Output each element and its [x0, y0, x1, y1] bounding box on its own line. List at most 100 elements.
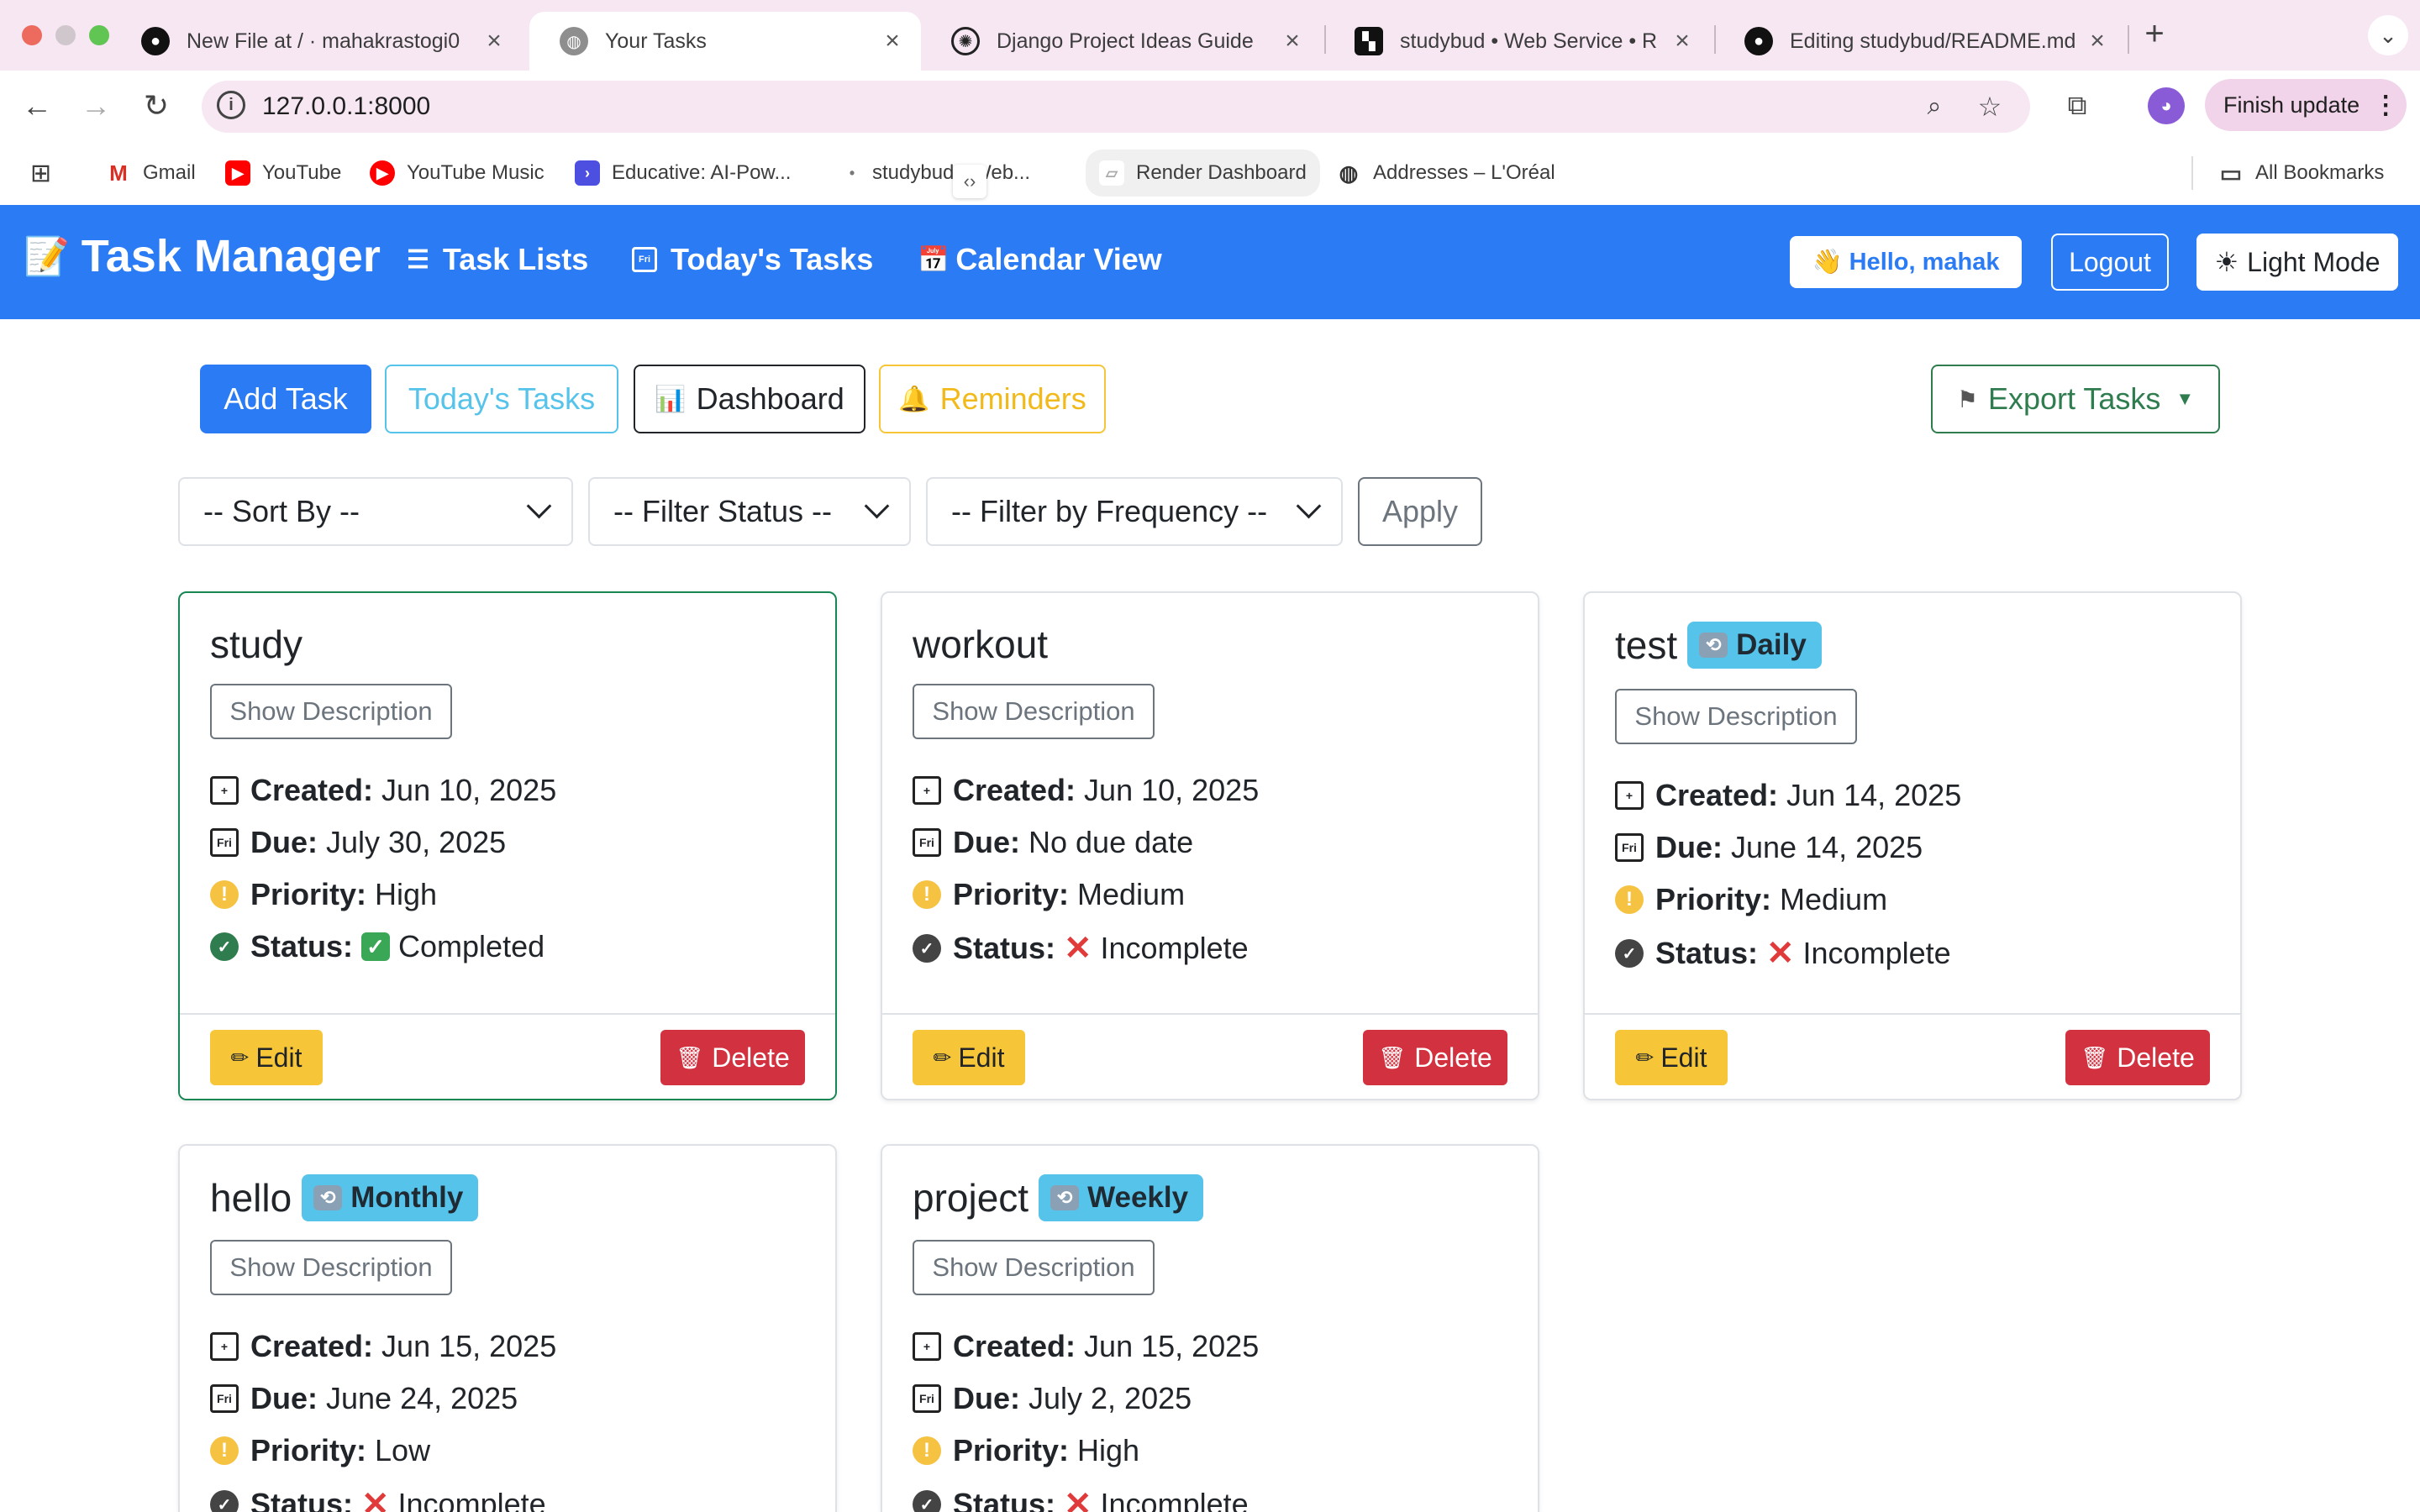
todays-tasks-button[interactable]: Today's Tasks [385, 365, 618, 433]
add-task-button[interactable]: Add Task [200, 365, 371, 433]
close-tab-icon[interactable]: × [477, 27, 511, 55]
close-tab-icon[interactable]: × [1665, 27, 1699, 55]
browser-tab[interactable]: ✺ Django Project Ideas Guide × [921, 12, 1321, 71]
browser-tab[interactable]: ● Editing studybud/README.md × [1714, 12, 2126, 71]
apply-filters-button[interactable]: Apply [1358, 477, 1482, 546]
logout-button[interactable]: Logout [2051, 234, 2169, 291]
due-value: July 30, 2025 [326, 825, 507, 859]
task-due: Fri Due: July 30, 2025 [210, 825, 506, 860]
nav-task-lists[interactable]: ☰ Task Lists [407, 242, 588, 277]
forward-arrow-icon[interactable]: → [77, 87, 114, 124]
task-title: hello ⟲ Monthly [210, 1174, 479, 1221]
hello-user-button[interactable]: 👋 Hello, mahak [1790, 236, 2022, 288]
light-mode-button[interactable]: ☀ Light Mode [2196, 234, 2398, 291]
edit-button[interactable]: ✏ Edit [210, 1030, 323, 1085]
created-label: Created: [953, 1329, 1076, 1363]
bookmark-educative[interactable]: › Educative: AI-Pow... [575, 156, 791, 190]
status-label: Status: [953, 931, 1056, 965]
delete-button[interactable]: 🗑 Delete [1363, 1030, 1507, 1085]
browser-tab-active[interactable]: ◍ Your Tasks × [529, 12, 921, 71]
frequency-badge: ⟲ Daily [1687, 622, 1822, 669]
show-description-button[interactable]: Show Description [913, 684, 1155, 739]
all-bookmarks[interactable]: ▭ All Bookmarks [2218, 156, 2385, 190]
bookmark-studybud[interactable]: • studybud • Web... [844, 156, 1030, 190]
export-tasks-dropdown[interactable]: ⚑ Export Tasks ▼ [1931, 365, 2220, 433]
browser-tab[interactable]: ● New File at / · mahakrastogi0 × [111, 12, 523, 71]
status-value: Incomplete [1100, 1487, 1249, 1512]
github-icon: ● [141, 27, 170, 55]
browser-toolbar: ← → ↻ i 127.0.0.1:8000 ⌕ ☆ ⧉ ◕ Finish up… [0, 71, 2420, 141]
task-due: Fri Due: June 14, 2025 [1615, 830, 1923, 865]
edit-button[interactable]: ✏ Edit [1615, 1030, 1728, 1085]
created-value: Jun 10, 2025 [1084, 773, 1260, 807]
app-navbar: 📝 Task Manager ☰ Task Lists Fri Today's … [0, 205, 2420, 319]
task-created: + Created: Jun 10, 2025 [210, 773, 556, 808]
status-value: Completed [398, 929, 545, 963]
show-description-button[interactable]: Show Description [1615, 689, 1857, 744]
browser-tab-strip: ● New File at / · mahakrastogi0 × ◍ Your… [0, 0, 2420, 71]
created-value: Jun 15, 2025 [1084, 1329, 1260, 1363]
close-tab-icon[interactable]: × [876, 27, 909, 55]
tab-search-chevron-icon[interactable]: ⌄ [2368, 15, 2408, 55]
address-bar[interactable]: i 127.0.0.1:8000 ⌕ ☆ [202, 81, 2030, 133]
calendar-plus-icon: + [913, 1332, 941, 1361]
chevron-down-icon [1296, 493, 1322, 519]
bookmark-render-dashboard[interactable]: ▱ Render Dashboard [1086, 150, 1320, 197]
task-title-text: study [210, 622, 302, 666]
task-card: study Show Description + Created: Jun 10… [178, 591, 837, 1100]
back-arrow-icon[interactable]: ← [18, 87, 55, 124]
filter-status-select[interactable]: -- Filter Status -- [588, 477, 911, 546]
more-menu-icon[interactable]: ⋮ [2373, 91, 2398, 120]
bookmark-gmail[interactable]: M Gmail [106, 156, 196, 190]
delete-button[interactable]: 🗑 Delete [660, 1030, 805, 1085]
profile-avatar[interactable]: ◕ [2148, 87, 2185, 124]
bookmark-youtube[interactable]: ▶ YouTube [225, 156, 341, 190]
new-tab-icon[interactable]: + [2136, 15, 2173, 52]
task-priority: ! Priority: High [210, 877, 437, 912]
exclamation-circle-icon: ! [210, 880, 239, 909]
light-mode-label: Light Mode [2247, 246, 2381, 277]
priority-label: Priority: [953, 1433, 1070, 1467]
bookmark-label: studybud • Web... [872, 161, 1031, 184]
apps-grid-icon[interactable]: ⊞ [30, 156, 51, 190]
show-description-button[interactable]: Show Description [210, 1240, 452, 1295]
close-tab-icon[interactable]: × [1276, 27, 1309, 55]
close-tab-icon[interactable]: × [2081, 27, 2114, 55]
render-icon: ▚ [1355, 27, 1383, 55]
zoom-icon[interactable]: ⌕ [1916, 88, 1953, 125]
check-circle-icon: ✓ [210, 1490, 239, 1512]
brand-link[interactable]: 📝 Task Manager [24, 230, 381, 282]
calendar-plus-icon: + [913, 776, 941, 805]
reminders-button[interactable]: 🔔 Reminders [879, 365, 1106, 433]
priority-label: Priority: [250, 877, 367, 911]
created-label: Created: [250, 1329, 374, 1363]
status-label: Status: [953, 1487, 1056, 1512]
dashboard-button[interactable]: 📊 Dashboard [634, 365, 865, 433]
nav-todays-tasks[interactable]: Fri Today's Tasks [632, 242, 873, 277]
reload-icon[interactable]: ↻ [138, 87, 175, 124]
bookmark-star-icon[interactable]: ☆ [1971, 88, 2008, 125]
delete-label: Delete [1414, 1042, 1492, 1073]
filter-frequency-select[interactable]: -- Filter by Frequency -- [926, 477, 1343, 546]
window-minimize-button[interactable] [55, 25, 76, 45]
folder-icon: ▭ [2219, 160, 2243, 186]
site-info-icon[interactable]: i [217, 91, 245, 119]
browser-tab[interactable]: ▚ studybud • Web Service • R × [1324, 12, 1711, 71]
bookmark-addresses[interactable]: ◍ Addresses – L'Oréal [1336, 156, 1555, 190]
show-description-button[interactable]: Show Description [210, 684, 452, 739]
bookmark-youtube-music[interactable]: ▶ YouTube Music [370, 156, 544, 190]
sort-by-select[interactable]: -- Sort By -- [178, 477, 573, 546]
edit-button[interactable]: ✏ Edit [913, 1030, 1025, 1085]
nav-calendar-view[interactable]: 📅 Calendar View [918, 242, 1162, 277]
show-description-button[interactable]: Show Description [913, 1240, 1155, 1295]
window-close-button[interactable] [22, 25, 42, 45]
delete-button[interactable]: 🗑 Delete [2065, 1030, 2210, 1085]
status-value: Incomplete [397, 1487, 546, 1512]
trash-icon: 🗑 [2081, 1044, 2109, 1070]
priority-label: Priority: [953, 877, 1070, 911]
window-zoom-button[interactable] [89, 25, 109, 45]
trash-icon: 🗑 [676, 1044, 704, 1070]
repeat-icon: ⟲ [313, 1185, 343, 1210]
extensions-icon[interactable]: ⧉ [2059, 87, 2096, 124]
finish-update-button[interactable]: Finish update ⋮ [2205, 79, 2407, 131]
